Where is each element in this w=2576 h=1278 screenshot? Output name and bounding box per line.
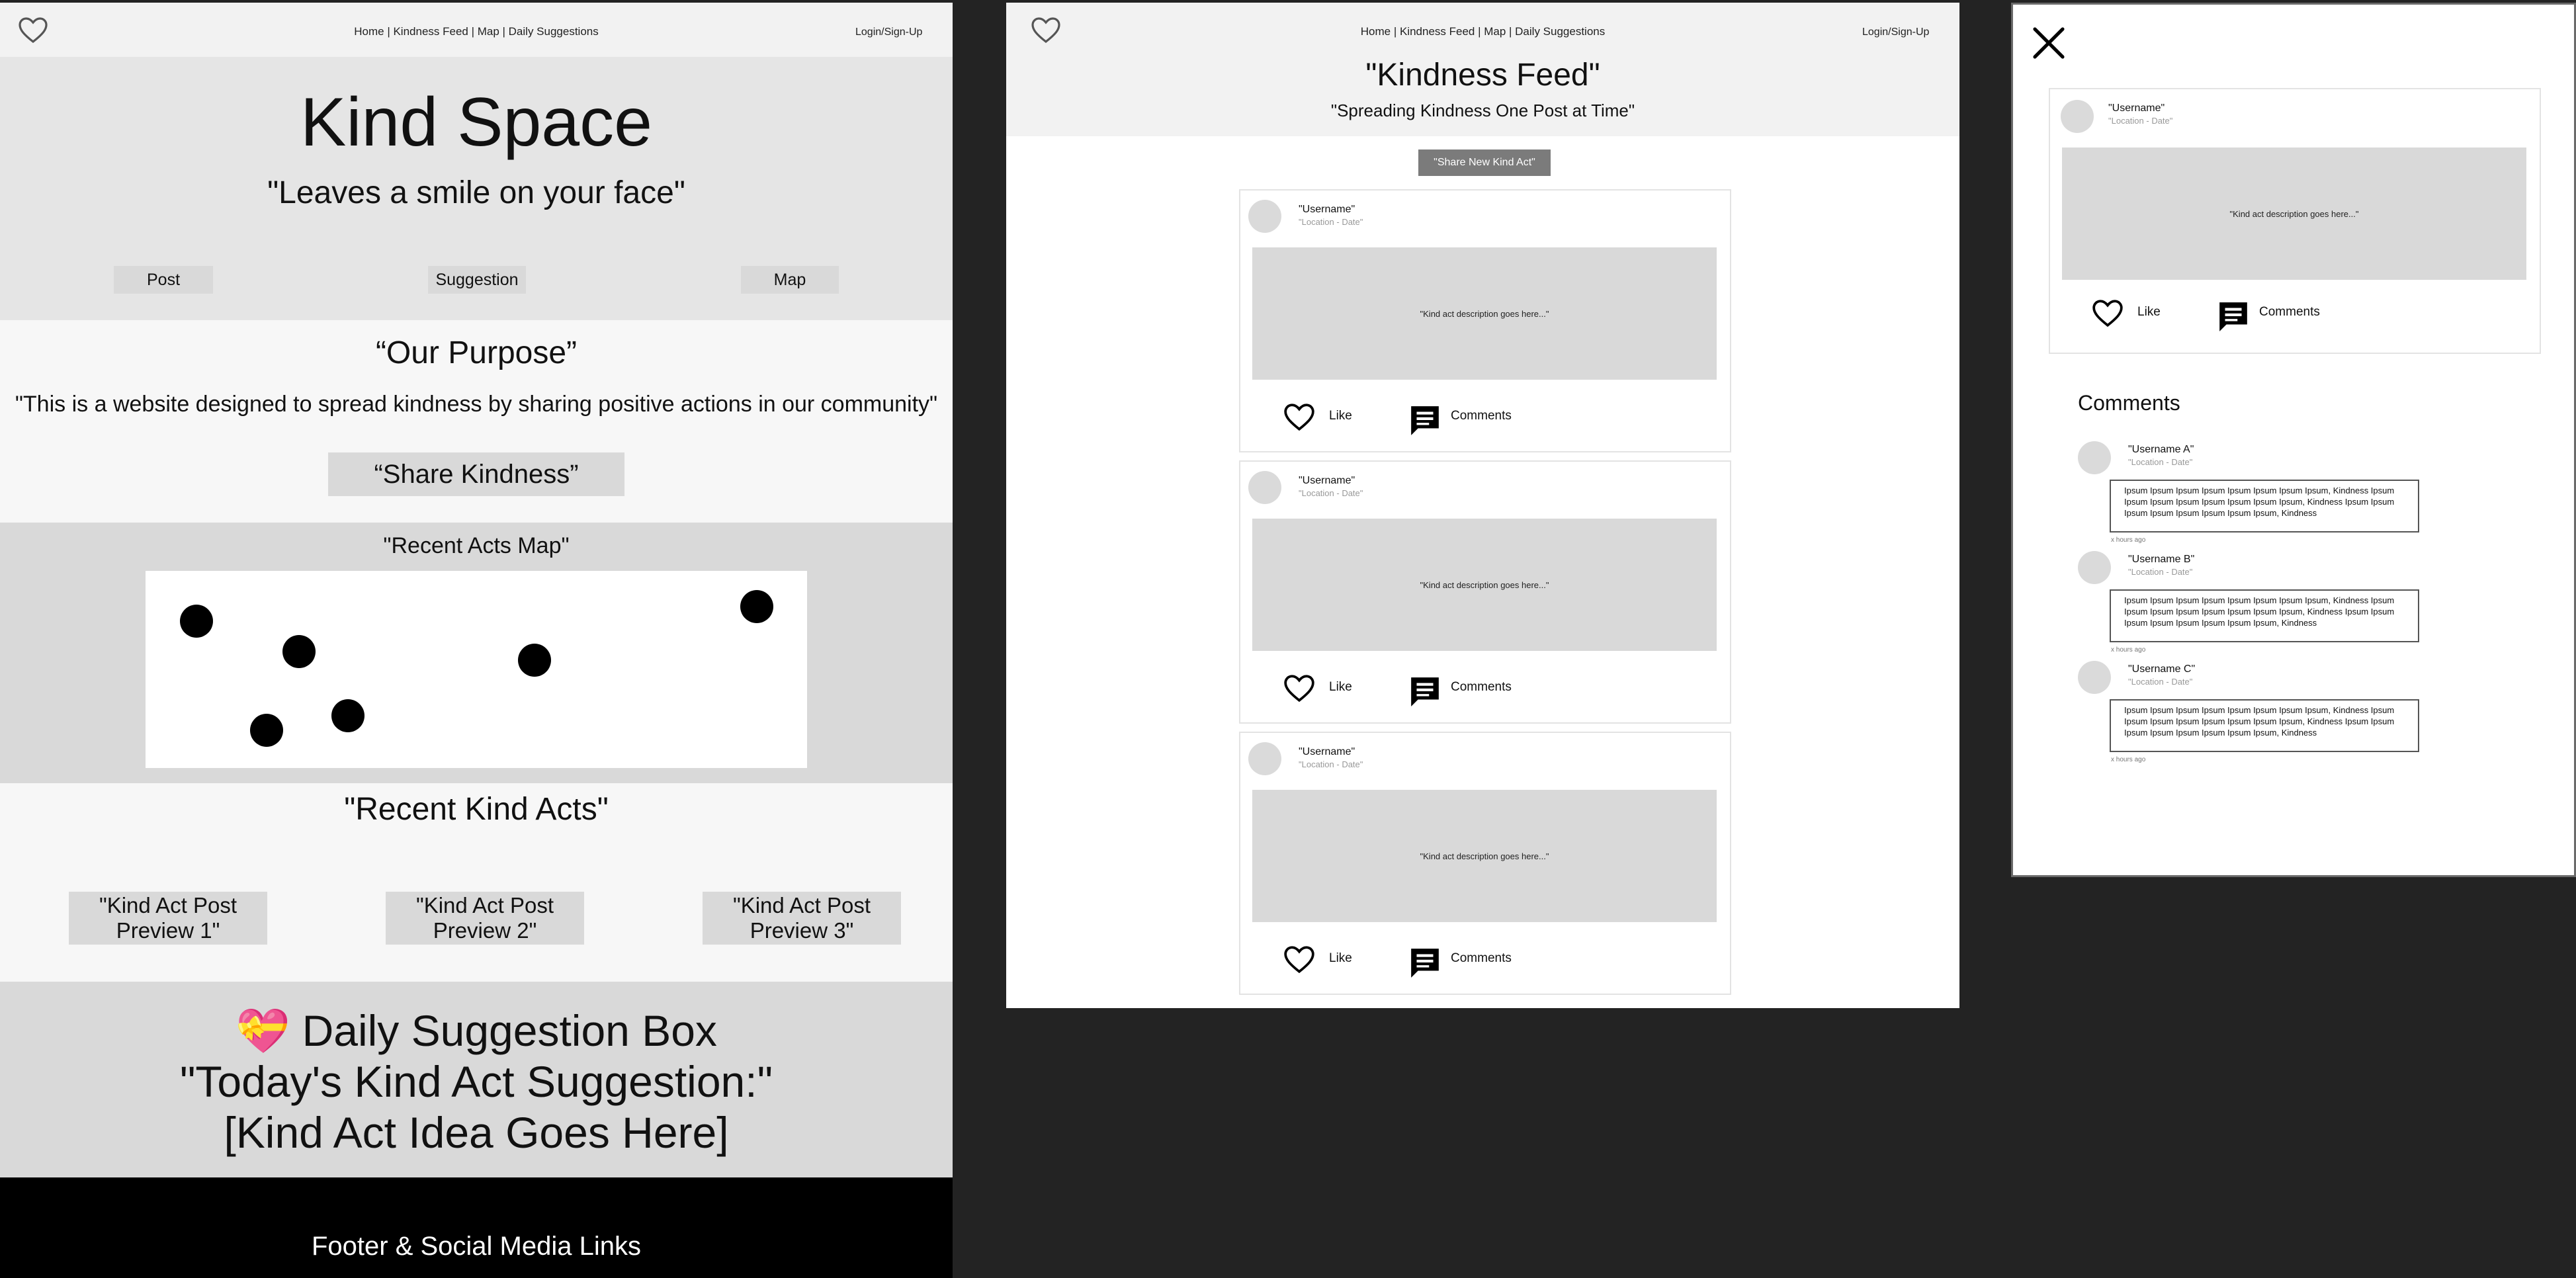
comment-location-date: "Location - Date": [2128, 567, 2193, 577]
comment-timestamp: x hours ago: [2111, 756, 2146, 763]
post-description-box: "Kind act description goes here...": [1252, 247, 1717, 380]
comments-label[interactable]: Comments: [1451, 951, 1512, 966]
post-description-box: "Kind act description goes here...": [1252, 790, 1717, 922]
feed-frame: Home | Kindness Feed | Map | Daily Sugge…: [1006, 3, 1959, 1008]
home-frame: Home | Kindness Feed | Map | Daily Sugge…: [0, 3, 953, 1278]
avatar: [2078, 551, 2111, 584]
comments-label[interactable]: Comments: [1451, 680, 1512, 695]
main-nav[interactable]: Home | Kindness Feed | Map | Daily Sugge…: [0, 25, 953, 38]
post-location-date: "Location - Date": [1299, 488, 1363, 498]
comment-text-box: Ipsum Ipsum Ipsum Ipsum Ipsum Ipsum Ipsu…: [2110, 699, 2419, 752]
suggestion-button[interactable]: Suggestion: [428, 266, 526, 294]
post-username[interactable]: "Username": [1299, 746, 1355, 758]
comment-text-box: Ipsum Ipsum Ipsum Ipsum Ipsum Ipsum Ipsu…: [2110, 589, 2419, 642]
suggestion-idea: [Kind Act Idea Goes Here]: [224, 1108, 729, 1157]
post-button[interactable]: Post: [114, 266, 213, 294]
comment-username[interactable]: "Username A": [2128, 444, 2194, 456]
post-username[interactable]: "Username": [2108, 103, 2165, 114]
avatar: [1248, 742, 1281, 775]
map-marker[interactable]: [180, 605, 213, 638]
comment-icon[interactable]: [1408, 404, 1441, 437]
purpose-text: "This is a website designed to spread ki…: [15, 392, 938, 417]
post-location-date: "Location - Date": [2108, 116, 2173, 126]
comment-timestamp: x hours ago: [2111, 536, 2146, 544]
feed-post-card[interactable]: "Username" "Location - Date" "Kind act d…: [1239, 189, 1731, 452]
feed-title: "Kindness Feed": [1365, 58, 1600, 93]
post-description-box: "Kind act description goes here...": [2062, 148, 2526, 280]
login-signup-link[interactable]: Login/Sign-Up: [1862, 26, 1929, 38]
detail-post-card[interactable]: "Username" "Location - Date" "Kind act d…: [2049, 88, 2541, 354]
site-title: Kind Space: [300, 84, 652, 161]
like-label[interactable]: Like: [2137, 305, 2161, 320]
login-signup-link[interactable]: Login/Sign-Up: [855, 26, 922, 38]
daily-suggestion-section: 💝 Daily Suggestion Box "Today's Kind Act…: [0, 982, 953, 1177]
footer: Footer & Social Media Links: [0, 1177, 953, 1278]
feed-post-card[interactable]: "Username" "Location - Date" "Kind act d…: [1239, 732, 1731, 995]
avatar: [1248, 200, 1281, 233]
like-label[interactable]: Like: [1329, 680, 1352, 695]
site-tagline: "Leaves a smile on your face": [267, 175, 685, 210]
comment-username[interactable]: "Username B": [2128, 554, 2194, 566]
suggestion-label: "Today's Kind Act Suggestion:": [180, 1057, 773, 1106]
map-section: "Recent Acts Map": [0, 523, 953, 783]
heart-icon[interactable]: [2091, 298, 2124, 327]
close-icon[interactable]: [2030, 24, 2067, 62]
like-label[interactable]: Like: [1329, 409, 1352, 423]
feed-post-card[interactable]: "Username" "Location - Date" "Kind act d…: [1239, 460, 1731, 724]
comment-username[interactable]: "Username C": [2128, 663, 2195, 675]
comments-label[interactable]: Comments: [2259, 305, 2320, 320]
hero-section: Kind Space "Leaves a smile on your face"…: [0, 57, 953, 320]
post-username[interactable]: "Username": [1299, 204, 1355, 216]
recent-acts-map[interactable]: [146, 571, 807, 768]
comment-icon[interactable]: [1408, 675, 1441, 708]
comments-title: Comments: [2078, 391, 2180, 415]
map-marker[interactable]: [740, 590, 773, 623]
gift-heart-icon: 💝: [236, 1006, 290, 1055]
heart-icon[interactable]: [1283, 402, 1316, 431]
purpose-section: “Our Purpose” "This is a website designe…: [0, 320, 953, 523]
footer-links[interactable]: Footer & Social Media Links: [0, 1177, 953, 1261]
comment-icon[interactable]: [2217, 300, 2250, 333]
post-preview-card[interactable]: "Kind Act Post Preview 3": [703, 892, 901, 945]
map-marker[interactable]: [250, 714, 283, 747]
share-kindness-button[interactable]: “Share Kindness”: [328, 452, 624, 496]
feed-subtitle: "Spreading Kindness One Post at Time": [1330, 101, 1635, 120]
comments-label[interactable]: Comments: [1451, 409, 1512, 423]
share-new-kind-act-button[interactable]: "Share New Kind Act": [1418, 149, 1551, 176]
suggestion-box-title: Daily Suggestion Box: [302, 1006, 717, 1055]
purpose-title: “Our Purpose”: [375, 335, 578, 370]
comment-location-date: "Location - Date": [2128, 457, 2193, 467]
map-marker[interactable]: [331, 699, 365, 732]
post-detail-frame: "Username" "Location - Date" "Kind act d…: [2011, 3, 2576, 877]
main-nav[interactable]: Home | Kindness Feed | Map | Daily Sugge…: [1006, 25, 1959, 38]
feed-header: Home | Kindness Feed | Map | Daily Sugge…: [1006, 3, 1959, 136]
post-description-box: "Kind act description goes here...": [1252, 519, 1717, 651]
map-title: "Recent Acts Map": [383, 533, 570, 558]
post-location-date: "Location - Date": [1299, 759, 1363, 769]
post-location-date: "Location - Date": [1299, 217, 1363, 227]
avatar: [1248, 471, 1281, 504]
avatar: [2061, 100, 2094, 133]
recent-acts-title: "Recent Kind Acts": [344, 792, 609, 827]
comment-icon[interactable]: [1408, 946, 1441, 979]
recent-acts-section: "Recent Kind Acts" "Kind Act Post Previe…: [0, 783, 953, 982]
map-marker[interactable]: [518, 644, 551, 677]
avatar: [2078, 661, 2111, 694]
comment-timestamp: x hours ago: [2111, 646, 2146, 654]
map-marker[interactable]: [282, 635, 316, 668]
avatar: [2078, 441, 2111, 474]
comment-location-date: "Location - Date": [2128, 677, 2193, 687]
heart-icon[interactable]: [1283, 673, 1316, 703]
post-username[interactable]: "Username": [1299, 475, 1355, 487]
heart-icon[interactable]: [1283, 945, 1316, 974]
post-preview-card[interactable]: "Kind Act Post Preview 1": [69, 892, 267, 945]
header-bar: Home | Kindness Feed | Map | Daily Sugge…: [0, 3, 953, 57]
map-button[interactable]: Map: [741, 266, 839, 294]
comment-text-box: Ipsum Ipsum Ipsum Ipsum Ipsum Ipsum Ipsu…: [2110, 480, 2419, 532]
post-preview-card[interactable]: "Kind Act Post Preview 2": [386, 892, 584, 945]
like-label[interactable]: Like: [1329, 951, 1352, 966]
feed-list: "Username" "Location - Date" "Kind act d…: [1239, 189, 1731, 1003]
